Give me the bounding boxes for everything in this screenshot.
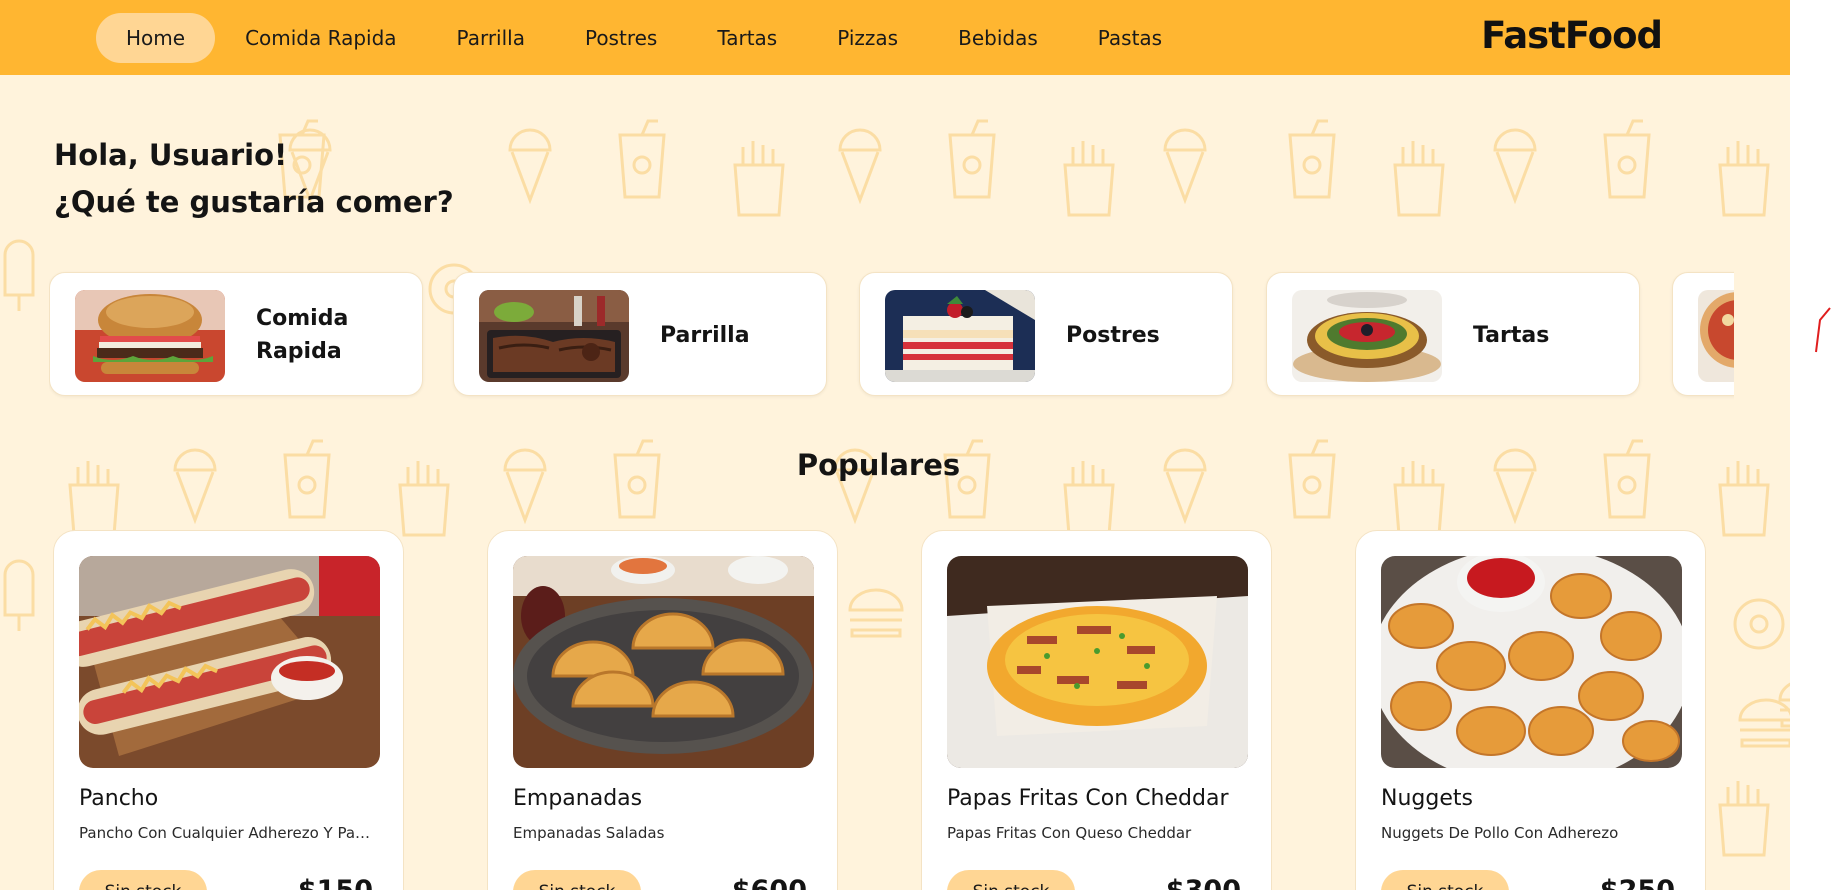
nav-link-postres[interactable]: Postres [555, 13, 687, 63]
empanadas-image [513, 556, 814, 768]
product-name: Papas Fritas Con Cheddar [947, 786, 1229, 811]
product-price: $300 [1166, 875, 1241, 890]
product-description: Empanadas Saladas [513, 824, 665, 842]
product-name: Pancho [79, 786, 159, 811]
greeting-line-2: ¿Qué te gustaría comer? [54, 185, 454, 219]
product-card-pancho[interactable]: Pancho Pancho Con Cualquier Adherezo Y P… [53, 530, 404, 890]
grilled-meat-image [479, 290, 629, 382]
top-navbar: Home Comida Rapida Parrilla Postres Tart… [0, 0, 1790, 75]
burger-image [75, 290, 225, 382]
category-card-postres[interactable]: Postres [859, 272, 1233, 396]
category-card-comida-rapida[interactable]: Comida Rapida [49, 272, 423, 396]
nav-link-bebidas[interactable]: Bebidas [928, 13, 1068, 63]
category-name: Postres [1066, 322, 1160, 348]
hotdog-image [79, 556, 380, 768]
cheese-fries-image [947, 556, 1248, 768]
product-card-papas-fritas-con-cheddar[interactable]: Papas Fritas Con Cheddar Papas Fritas Co… [921, 530, 1272, 890]
sin-stock-button[interactable]: Sin stock [79, 870, 207, 890]
product-card-nuggets[interactable]: Nuggets Nuggets De Pollo Con Adherezo Si… [1355, 530, 1706, 890]
nav-link-tartas[interactable]: Tartas [687, 13, 807, 63]
brand-logo[interactable]: FastFood [1481, 14, 1663, 57]
greeting-heading: Hola, Usuario! ¿Qué te gustaría comer? [54, 132, 454, 226]
sin-stock-button[interactable]: Sin stock [513, 870, 641, 890]
nav-links: Home Comida Rapida Parrilla Postres Tart… [96, 13, 1192, 63]
nav-link-parrilla[interactable]: Parrilla [427, 13, 555, 63]
sin-stock-button[interactable]: Sin stock [947, 870, 1075, 890]
product-name: Nuggets [1381, 786, 1473, 811]
category-name: Parrilla [660, 322, 750, 348]
nav-link-pizzas[interactable]: Pizzas [807, 13, 928, 63]
nav-link-pastas[interactable]: Pastas [1068, 13, 1192, 63]
layered-cake-image [885, 290, 1035, 382]
pizza-image [1698, 290, 1734, 382]
category-card-parrilla[interactable]: Parrilla [453, 272, 827, 396]
product-card-empanadas[interactable]: Empanadas Empanadas Saladas Sin stock $6… [487, 530, 838, 890]
product-description: Papas Fritas Con Queso Cheddar [947, 824, 1192, 842]
greeting-line-1: Hola, Usuario! [54, 138, 288, 172]
nav-link-home[interactable]: Home [96, 13, 216, 63]
product-price: $600 [732, 875, 807, 890]
product-price: $250 [1600, 875, 1675, 890]
product-name: Empanadas [513, 786, 643, 811]
category-card-tartas[interactable]: Tartas [1266, 272, 1640, 396]
product-description: Pancho Con Cualquier Adherezo Y Papas Pa… [79, 824, 379, 842]
nav-link-comida-rapida[interactable]: Comida Rapida [215, 13, 426, 63]
category-name: Tartas [1473, 322, 1550, 348]
page: Home Comida Rapida Parrilla Postres Tart… [0, 0, 1790, 890]
category-card-pizzas[interactable] [1672, 272, 1734, 396]
fruit-tart-image [1292, 290, 1442, 382]
red-scribble-mark [1815, 307, 1831, 353]
sin-stock-button[interactable]: Sin stock [1381, 870, 1509, 890]
section-title-populares: Populares [796, 448, 961, 482]
category-carousel[interactable]: Comida Rapida Parrilla Postres Tartas [49, 270, 1734, 400]
product-description: Nuggets De Pollo Con Adherezo [1381, 824, 1619, 842]
category-name: Comida Rapida [256, 306, 349, 364]
nuggets-image [1381, 556, 1682, 768]
product-price: $150 [298, 875, 373, 890]
